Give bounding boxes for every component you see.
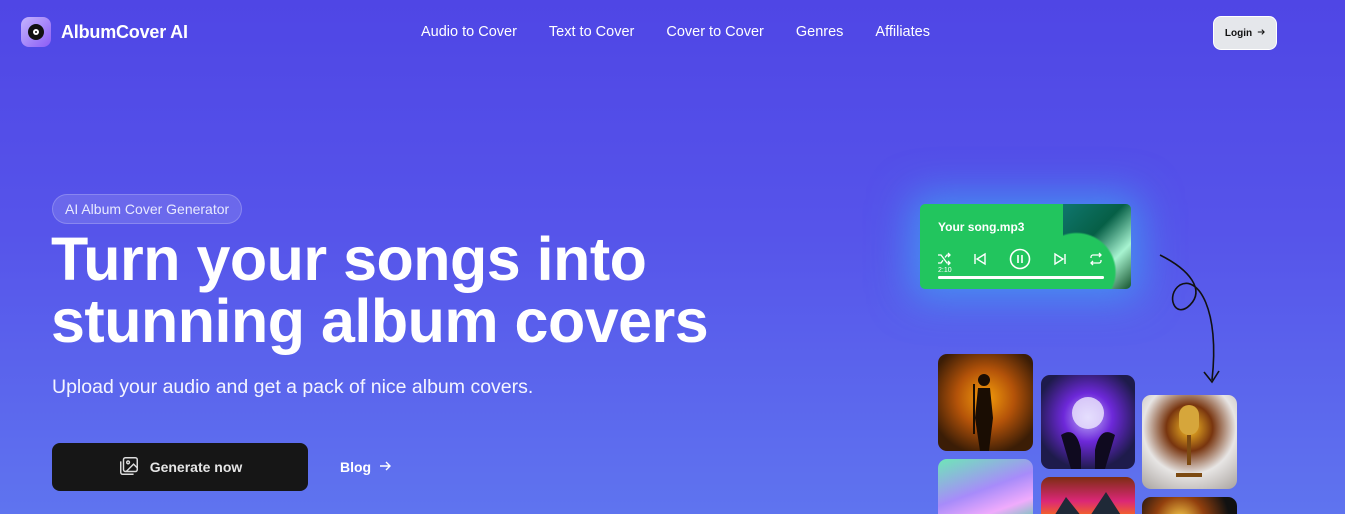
hero-badge: AI Album Cover Generator (52, 194, 243, 224)
progress-bar[interactable] (938, 276, 1104, 279)
album-cover-singer (938, 354, 1033, 451)
player-controls (937, 248, 1103, 275)
blog-label: Blog (340, 459, 372, 475)
brand-name: AlbumCover AI (61, 21, 188, 42)
hero-title-line2: stunning album covers (51, 287, 709, 355)
generate-now-button[interactable]: Generate now (52, 443, 308, 491)
previous-track-icon[interactable] (973, 252, 987, 271)
album-cover-microphone (1142, 395, 1237, 489)
playback-time: 2:10 (938, 267, 952, 274)
album-cover-stage-lights (1142, 497, 1237, 514)
nav-genres[interactable]: Genres (796, 24, 844, 40)
blog-link[interactable]: Blog (340, 459, 392, 475)
album-cover-orb-hands (1041, 375, 1135, 469)
hero-subtitle: Upload your audio and get a pack of nice… (52, 376, 534, 398)
progress-fill (938, 276, 1104, 279)
image-gallery-icon (118, 455, 140, 480)
nav-cover-to-cover[interactable]: Cover to Cover (666, 24, 764, 40)
generate-now-label: Generate now (149, 459, 243, 475)
song-title: Your song.mp3 (938, 220, 1025, 234)
music-player-card: Your song.mp3 2:10 (920, 204, 1131, 289)
brand-logo[interactable]: AlbumCover AI (21, 17, 188, 47)
login-label: Login (1224, 27, 1253, 39)
album-cover-mountains (1041, 477, 1135, 514)
curly-arrow-icon (1159, 254, 1220, 384)
album-cover-fantasy (938, 459, 1033, 514)
arrow-right-icon (379, 459, 392, 475)
nav-text-to-cover[interactable]: Text to Cover (549, 24, 634, 40)
hero-title: Turn your songs into stunning album cove… (51, 225, 709, 355)
nav-affiliates[interactable]: Affiliates (875, 24, 930, 40)
main-nav: Audio to Cover Text to Cover Cover to Co… (421, 24, 930, 40)
nav-audio-to-cover[interactable]: Audio to Cover (421, 24, 517, 40)
arrow-right-icon (1257, 28, 1265, 39)
pause-icon[interactable] (1009, 248, 1031, 275)
hero-title-line1: Turn your songs into (51, 225, 647, 293)
repeat-icon[interactable] (1089, 252, 1103, 271)
vinyl-record-icon (21, 17, 51, 47)
next-track-icon[interactable] (1053, 252, 1067, 271)
login-button[interactable]: Login (1213, 16, 1277, 50)
